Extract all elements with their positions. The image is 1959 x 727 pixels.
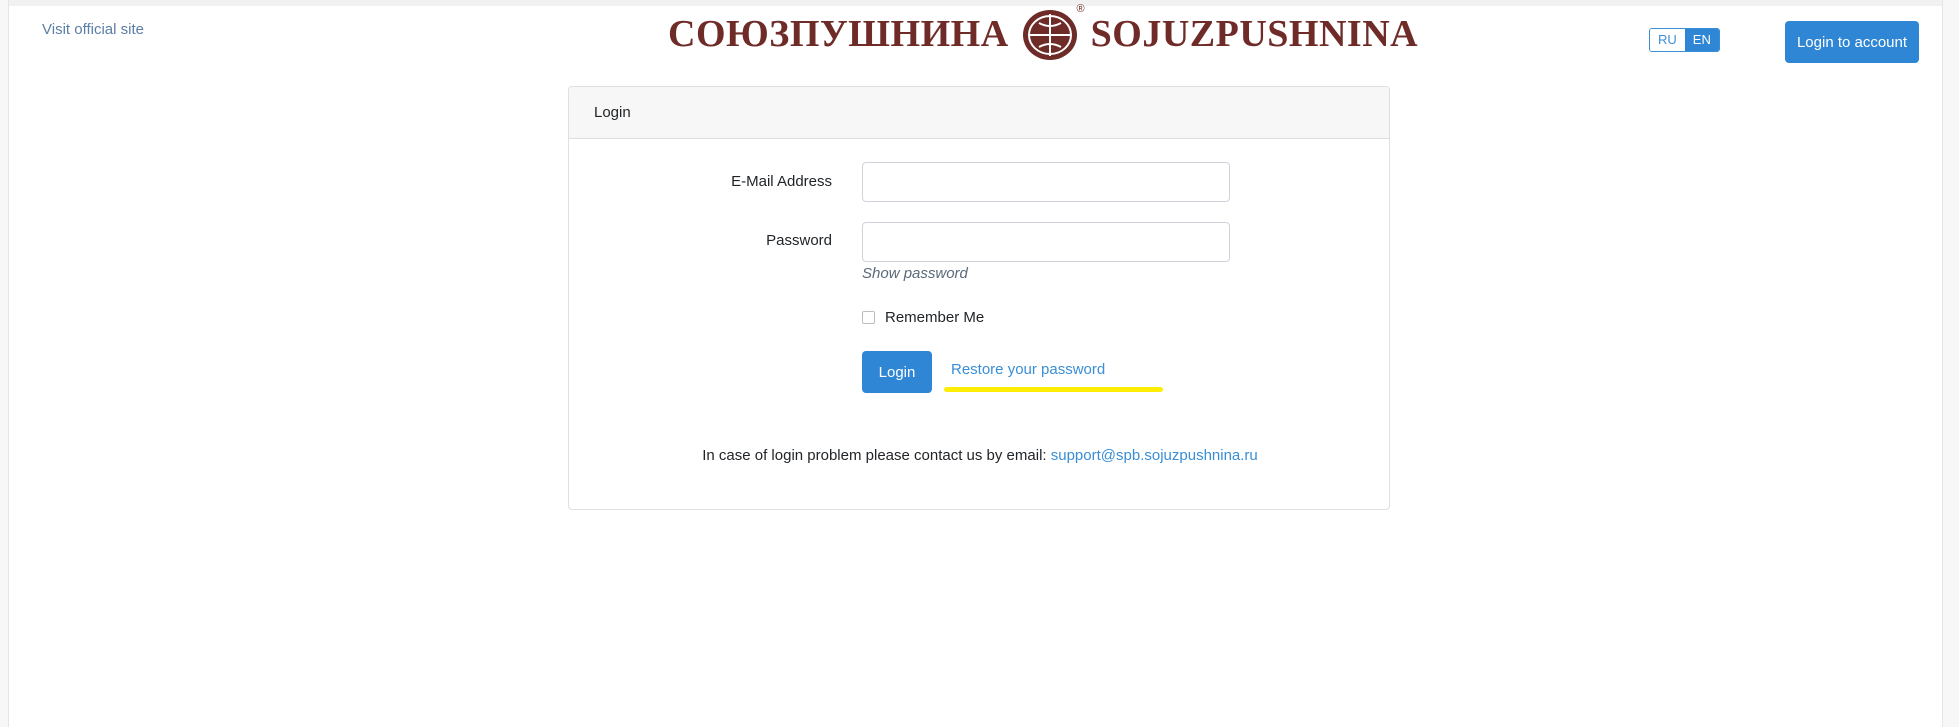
password-field[interactable] bbox=[862, 222, 1230, 262]
login-to-account-button[interactable]: Login to account bbox=[1785, 21, 1919, 63]
remember-me-label: Remember Me bbox=[885, 309, 985, 326]
logo-emblem-icon: ® bbox=[1019, 3, 1085, 63]
login-card-title: Login bbox=[569, 87, 1389, 139]
login-help-text: In case of login problem please contact … bbox=[569, 447, 1391, 464]
language-switcher: RU EN bbox=[1649, 28, 1720, 52]
help-message: In case of login problem please contact … bbox=[702, 447, 1051, 464]
password-label: Password bbox=[766, 232, 832, 249]
restore-password-link[interactable]: Restore your password bbox=[951, 361, 1105, 378]
remember-me[interactable]: Remember Me bbox=[862, 309, 984, 326]
visit-official-site-link[interactable]: Visit official site bbox=[42, 21, 144, 38]
window-scrollbar[interactable] bbox=[1942, 0, 1959, 727]
lang-en-button[interactable]: EN bbox=[1684, 29, 1719, 51]
lang-ru-button[interactable]: RU bbox=[1650, 29, 1685, 51]
remember-me-checkbox[interactable] bbox=[862, 311, 875, 324]
login-button[interactable]: Login bbox=[862, 351, 932, 393]
email-field[interactable] bbox=[862, 162, 1230, 202]
registered-mark: ® bbox=[1076, 3, 1085, 15]
email-label: E-Mail Address bbox=[731, 173, 832, 190]
support-email-link[interactable]: support@spb.sojuzpushnina.ru bbox=[1051, 447, 1258, 464]
window-left-edge bbox=[0, 0, 9, 727]
highlight-underline bbox=[944, 387, 1163, 392]
login-card: Login E-Mail Address Password Show passw… bbox=[568, 86, 1390, 510]
logo-text-en: SOJUZPUSHNINA bbox=[1090, 13, 1419, 55]
logo-text-ru: СОЮЗПУШНИНА bbox=[668, 13, 1009, 55]
brand-logo[interactable]: СОЮЗПУШНИНА ® SOJUZPUSHNINA bbox=[668, 3, 1419, 63]
show-password-link[interactable]: Show password bbox=[862, 265, 968, 282]
